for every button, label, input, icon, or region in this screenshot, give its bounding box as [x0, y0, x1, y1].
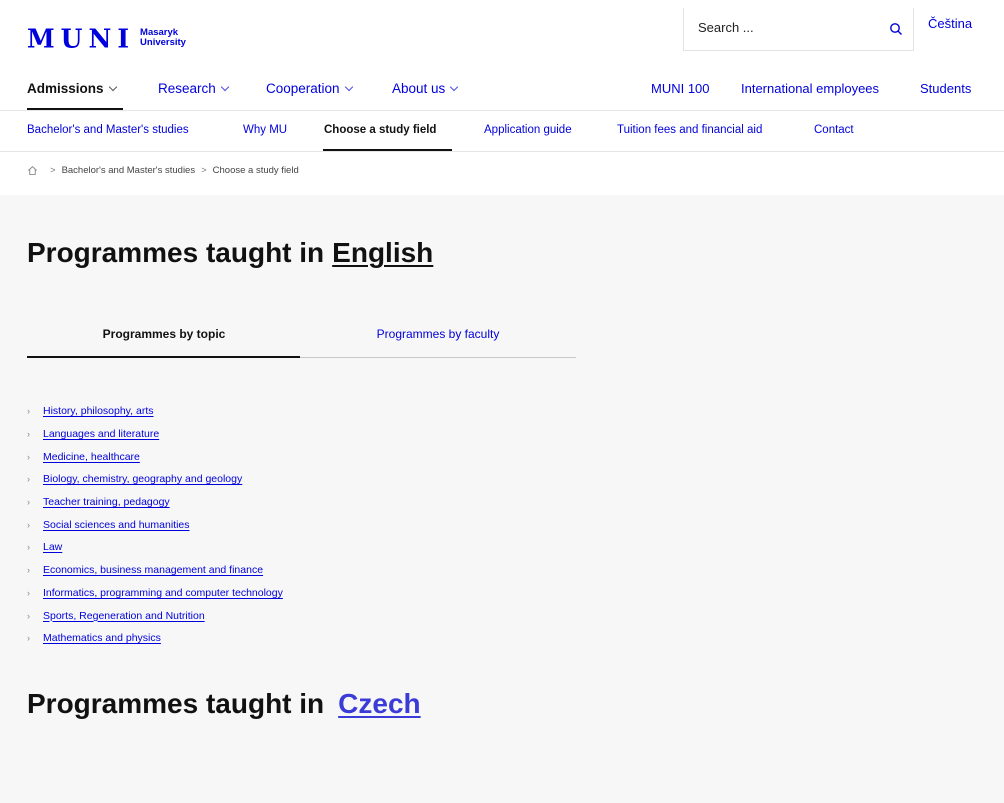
- topic-list: › History, philosophy, arts › Languages an…: [27, 400, 283, 650]
- tab-programmes-by-faculty[interactable]: Programmes by faculty: [301, 327, 575, 341]
- topic-link[interactable]: History, philosophy, arts: [43, 405, 154, 417]
- programme-tabs: Programmes by topic Programmes by facult…: [27, 319, 576, 358]
- list-item: › Sports, Regeneration and Nutrition: [27, 604, 283, 627]
- main-nav-cooperation[interactable]: Cooperation: [266, 81, 353, 96]
- czech-link[interactable]: Czech: [338, 688, 420, 719]
- list-item: › Informatics, programming and computer t…: [27, 582, 283, 605]
- list-item: › Languages and literature: [27, 423, 283, 446]
- list-item: › Law: [27, 536, 283, 559]
- list-item: › Biology, chemistry, geography and geolo…: [27, 468, 283, 491]
- list-item: › History, philosophy, arts: [27, 400, 283, 423]
- topic-link[interactable]: Economics, business management and finan…: [43, 564, 263, 576]
- sub-nav-active-indicator: [323, 149, 452, 151]
- topic-link[interactable]: Teacher training, pedagogy: [43, 496, 170, 508]
- logo-line-2: University: [140, 37, 186, 48]
- tab-programmes-by-topic[interactable]: Programmes by topic: [27, 327, 301, 341]
- chevron-right-icon: ›: [27, 497, 30, 508]
- language-switch-link[interactable]: Čeština: [928, 16, 972, 31]
- breadcrumb: > Bachelor's and Master's studies > Choo…: [27, 165, 299, 176]
- sub-navigation: Bachelor's and Master's studies Why MU C…: [0, 111, 1004, 152]
- search-box: [683, 8, 914, 51]
- topic-link[interactable]: Sports, Regeneration and Nutrition: [43, 610, 205, 622]
- chevron-right-icon: ›: [27, 610, 30, 621]
- sub-nav-contact[interactable]: Contact: [814, 124, 854, 136]
- chevron-right-icon: ›: [27, 633, 30, 644]
- chevron-down-icon: [450, 82, 459, 91]
- list-item: › Social sciences and humanities: [27, 513, 283, 536]
- main-nav-admissions[interactable]: Admissions: [27, 81, 117, 96]
- chevron-right-icon: ›: [27, 429, 30, 440]
- sub-nav-why-mu[interactable]: Why MU: [243, 124, 287, 136]
- heading-programmes-czech: Programmes taught in Czech: [27, 688, 421, 720]
- main-nav-label: Research: [158, 81, 216, 96]
- chevron-down-icon: [344, 82, 353, 91]
- main-nav-label: Cooperation: [266, 81, 340, 96]
- topic-link[interactable]: Biology, chemistry, geography and geolog…: [43, 473, 242, 485]
- sub-nav-application-guide[interactable]: Application guide: [484, 124, 572, 136]
- logo-mark: MUNI: [27, 22, 136, 54]
- chevron-right-icon: ›: [27, 519, 30, 530]
- search-input[interactable]: [698, 20, 878, 35]
- sub-nav-tuition-fees[interactable]: Tuition fees and financial aid: [617, 124, 762, 136]
- search-icon[interactable]: [889, 22, 903, 36]
- chevron-down-icon: [220, 82, 230, 91]
- main-nav-active-indicator: [27, 108, 123, 110]
- topic-link[interactable]: Social sciences and humanities: [43, 519, 190, 531]
- heading-programmes-english: Programmes taught in English: [27, 237, 433, 269]
- chevron-right-icon: ›: [27, 542, 30, 553]
- main-nav-research[interactable]: Research: [158, 81, 230, 96]
- chevron-down-icon: [108, 82, 117, 91]
- breadcrumb-item-bachelors-masters[interactable]: Bachelor's and Master's studies: [62, 165, 196, 176]
- sub-nav-choose-study-field[interactable]: Choose a study field: [324, 124, 436, 136]
- breadcrumb-separator: >: [201, 165, 207, 176]
- list-item: › Teacher training, pedagogy: [27, 491, 283, 514]
- english-link[interactable]: English: [332, 237, 433, 268]
- chevron-right-icon: ›: [27, 406, 30, 417]
- main-nav-students[interactable]: Students: [920, 81, 971, 96]
- breadcrumb-current: Choose a study field: [212, 165, 299, 176]
- topic-link[interactable]: Languages and literature: [43, 428, 159, 440]
- heading-prefix: Programmes taught in: [27, 237, 325, 268]
- sub-nav-bachelors-masters[interactable]: Bachelor's and Master's studies: [27, 124, 189, 136]
- main-nav-about-us[interactable]: About us: [392, 81, 459, 96]
- topic-link[interactable]: Medicine, healthcare: [43, 451, 140, 463]
- main-nav-label: Admissions: [27, 81, 104, 96]
- list-item: › Economics, business management and fina…: [27, 559, 283, 582]
- topic-link[interactable]: Law: [43, 541, 62, 553]
- main-content: Programmes taught in English Programmes b…: [0, 195, 1004, 803]
- list-item: › Mathematics and physics: [27, 627, 283, 650]
- logo-wordmark: Masaryk University: [140, 28, 186, 48]
- chevron-right-icon: ›: [27, 451, 30, 462]
- home-icon[interactable]: [27, 165, 38, 176]
- main-nav-label: About us: [392, 81, 446, 96]
- heading-prefix: Programmes taught in: [27, 688, 325, 719]
- main-nav-muni-100[interactable]: MUNI 100: [651, 81, 710, 96]
- main-navigation: Admissions Research Cooperation About us…: [0, 70, 1004, 111]
- chevron-right-icon: ›: [27, 474, 30, 485]
- muni-logo[interactable]: MUNI Masaryk University: [27, 24, 186, 52]
- topic-link[interactable]: Mathematics and physics: [43, 632, 161, 644]
- chevron-right-icon: ›: [27, 565, 30, 576]
- tab-active-indicator: [27, 356, 300, 358]
- breadcrumb-separator: >: [50, 165, 56, 176]
- list-item: › Medicine, healthcare: [27, 445, 283, 468]
- chevron-right-icon: ›: [27, 587, 30, 598]
- topic-link[interactable]: Informatics, programming and computer te…: [43, 587, 283, 599]
- main-nav-international-employees[interactable]: International employees: [741, 81, 879, 96]
